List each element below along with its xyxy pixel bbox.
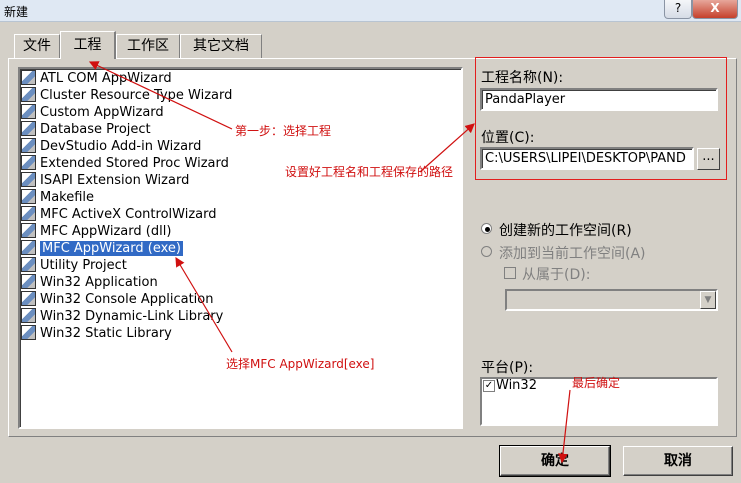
annotation-arrows (88, 61, 571, 464)
arrow-to-projects-tab (88, 61, 233, 130)
arrow-to-mfc-exe (175, 256, 233, 353)
arrow-to-name-location (419, 123, 475, 173)
tab-projects[interactable]: 工程 (60, 31, 116, 59)
arrow-to-ok-button (558, 389, 571, 464)
